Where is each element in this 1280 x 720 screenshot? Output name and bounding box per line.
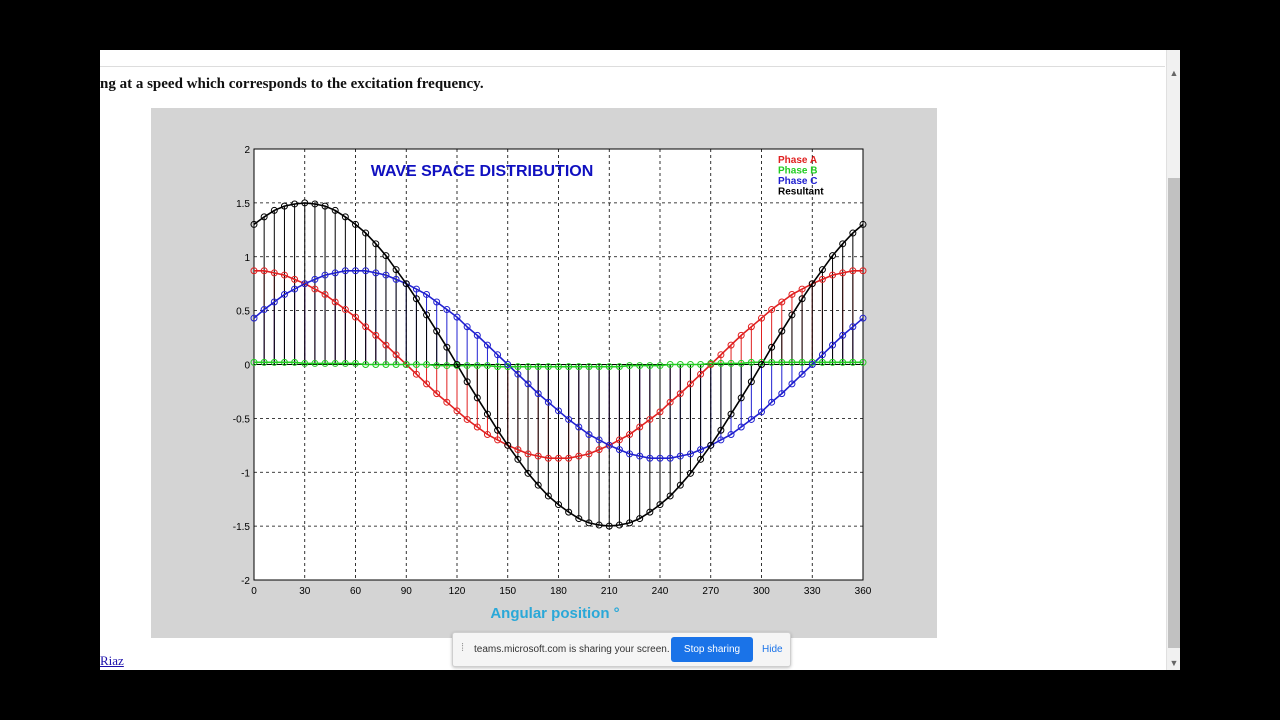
legend-entry: Resultant xyxy=(778,187,824,198)
y-tick-label: 1.5 xyxy=(236,199,250,210)
x-tick-label: 60 xyxy=(350,586,362,597)
y-tick-label: 0.5 xyxy=(236,307,250,318)
wave-chart: 0 30 60 90 120 150 180 210 240 270 300 330 360 2 1.5 1 0… xyxy=(233,145,872,622)
y-tick-label: 1 xyxy=(244,253,250,264)
y-tick-label: -2 xyxy=(241,576,250,587)
chart-title: WAVE SPACE DISTRIBUTION xyxy=(371,163,594,180)
y-tick-label: -1 xyxy=(241,468,250,479)
y-tick-label: -1.5 xyxy=(233,522,251,533)
x-tick-label: 210 xyxy=(601,586,618,597)
browser-page: ng at a speed which corresponds to the e… xyxy=(100,50,1180,670)
x-tick-label: 360 xyxy=(855,586,872,597)
hide-button[interactable]: Hide xyxy=(762,644,783,655)
legend-entry: Phase A xyxy=(778,155,817,166)
drag-handle-icon[interactable]: ⁞ xyxy=(461,642,464,654)
x-tick-label: 300 xyxy=(753,586,770,597)
y-tick-label: 2 xyxy=(244,145,250,156)
x-tick-label: 0 xyxy=(251,586,257,597)
x-tick-label: 90 xyxy=(401,586,413,597)
x-tick-label: 240 xyxy=(652,586,669,597)
vertical-scrollbar[interactable]: ▲ ▼ xyxy=(1166,50,1180,670)
scroll-up-icon[interactable]: ▲ xyxy=(1167,66,1180,80)
cropped-toolbar-strip xyxy=(100,50,1165,67)
x-tick-label: 330 xyxy=(804,586,821,597)
matlab-figure: 0 30 60 90 120 150 180 210 240 270 300 330 360 2 1.5 1 0… xyxy=(151,108,937,638)
x-axis-label: Angular position ° xyxy=(490,605,619,622)
legend-entry: Phase B xyxy=(778,166,817,177)
author-link[interactable]: Riaz xyxy=(100,653,124,669)
x-tick-label: 120 xyxy=(449,586,466,597)
page-text-line: ng at a speed which corresponds to the e… xyxy=(100,76,484,92)
legend-entry: Phase C xyxy=(778,176,817,187)
scroll-down-icon[interactable]: ▼ xyxy=(1167,656,1180,670)
x-tick-label: 150 xyxy=(499,586,516,597)
y-tick-label: 0 xyxy=(244,361,250,372)
x-tick-label: 30 xyxy=(299,586,311,597)
screen-share-bar: ⁞ teams.microsoft.com is sharing your sc… xyxy=(452,632,791,667)
y-tick-label: -0.5 xyxy=(233,414,251,425)
stop-sharing-button[interactable]: Stop sharing xyxy=(671,637,753,662)
scroll-thumb[interactable] xyxy=(1168,178,1180,648)
share-message: teams.microsoft.com is sharing your scre… xyxy=(474,644,670,655)
x-tick-label: 270 xyxy=(702,586,719,597)
x-tick-label: 180 xyxy=(550,586,567,597)
